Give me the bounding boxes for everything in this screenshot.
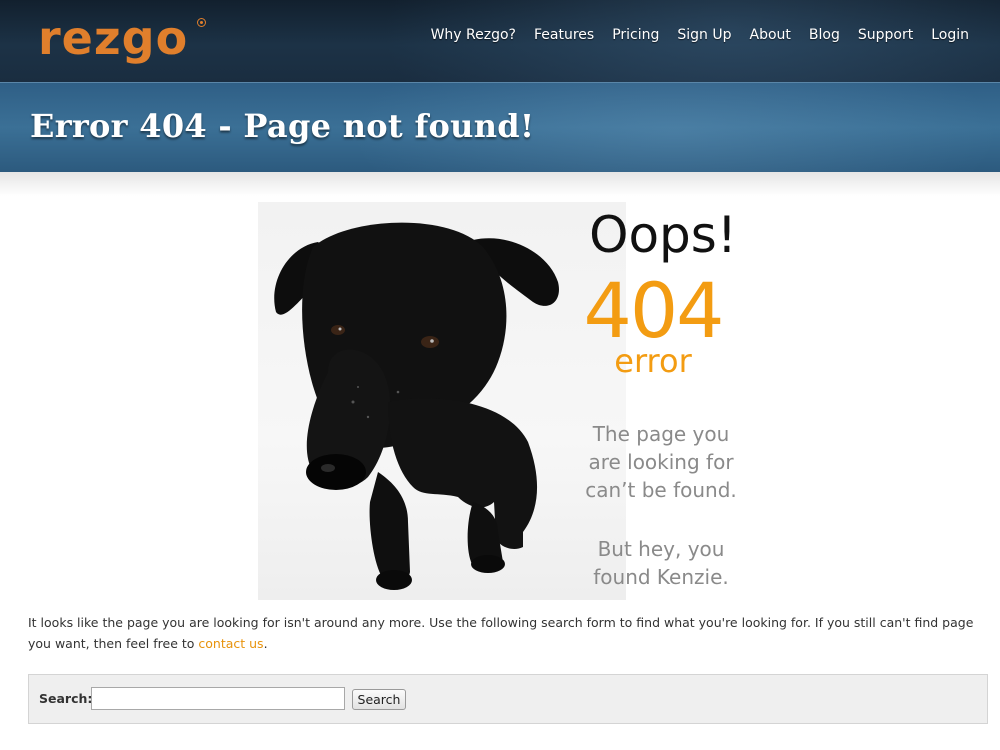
not-found-message: The page you are looking for can’t be fo… [576, 420, 746, 504]
title-banner: Error 404 - Page not found! [0, 82, 1000, 172]
registered-mark-icon [197, 18, 206, 27]
message-line: But hey, you [597, 537, 725, 561]
message-line: can’t be found. [585, 478, 737, 502]
nav-item-blog[interactable]: Blog [800, 24, 849, 46]
error-word: error [614, 342, 692, 380]
nav-item-why-rezgo[interactable]: Why Rezgo? [422, 24, 525, 46]
message-line: are looking for [588, 450, 734, 474]
error-404-illustration: Oops! 404 error The page you are looking… [258, 202, 748, 600]
nav-item-support[interactable]: Support [849, 24, 922, 46]
message-line: found Kenzie. [593, 565, 729, 589]
site-header: rezgo Why Rezgo? Features Pricing Sign U… [0, 0, 1000, 82]
nav-item-sign-up[interactable]: Sign Up [668, 24, 740, 46]
search-form: Search: Search [28, 674, 988, 724]
intro-text: It looks like the page you are looking f… [28, 615, 974, 651]
nav-item-features[interactable]: Features [525, 24, 603, 46]
message-line: The page you [592, 422, 730, 446]
page-title: Error 404 - Page not found! [30, 107, 535, 145]
nav-item-login[interactable]: Login [922, 24, 978, 46]
intro-paragraph: It looks like the page you are looking f… [28, 612, 988, 654]
oops-heading: Oops! [589, 206, 737, 264]
kenzie-message: But hey, you found Kenzie. [576, 535, 746, 591]
search-input[interactable] [91, 687, 345, 710]
nav-item-pricing[interactable]: Pricing [603, 24, 668, 46]
intro-suffix: . [263, 636, 268, 651]
nav-item-about[interactable]: About [741, 24, 800, 46]
search-button[interactable]: Search [352, 689, 406, 710]
main-nav: Why Rezgo? Features Pricing Sign Up Abou… [422, 24, 978, 46]
contact-us-link[interactable]: contact us [198, 636, 263, 651]
search-label: Search: [39, 691, 93, 706]
dog-photo [274, 222, 559, 590]
banner-shadow [0, 172, 1000, 196]
rezgo-logo[interactable]: rezgo [38, 8, 188, 68]
